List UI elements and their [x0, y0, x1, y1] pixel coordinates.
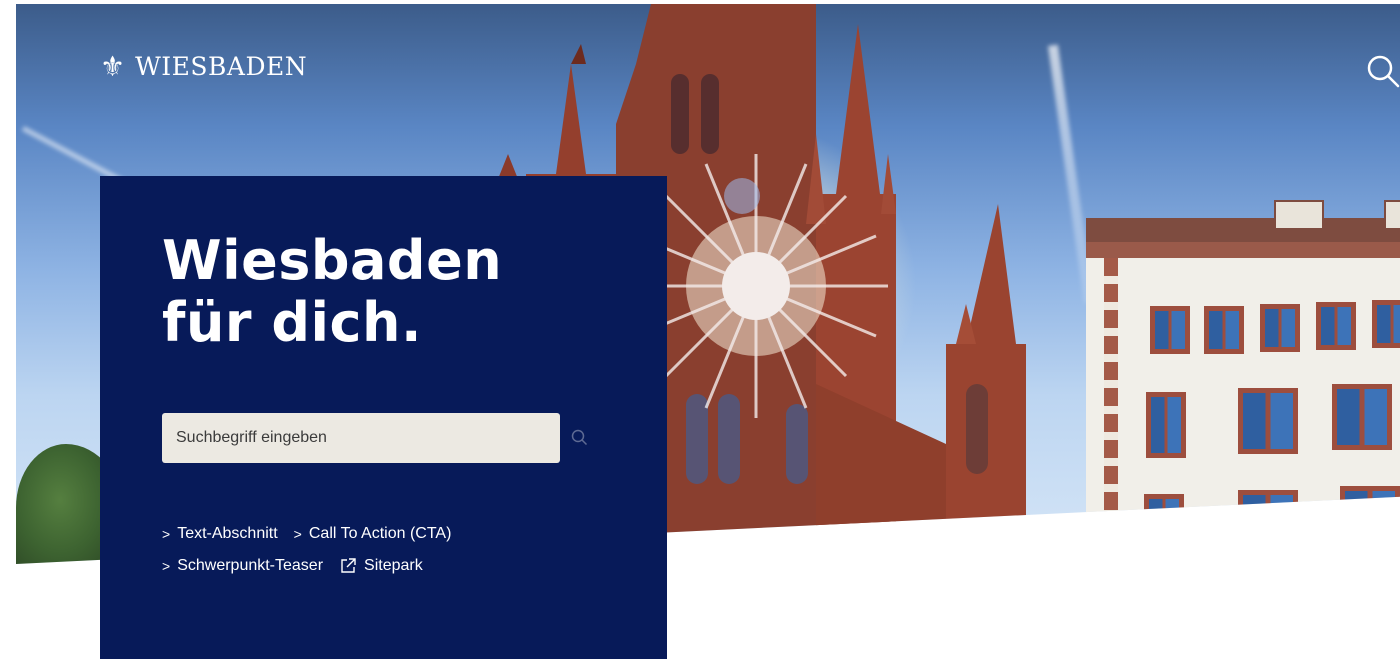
- search-input[interactable]: [162, 413, 560, 463]
- building-window: [1372, 300, 1400, 348]
- building-dormer: [1274, 200, 1324, 230]
- quick-links-row: > Schwerpunkt-Teaser Sitepark: [162, 550, 632, 582]
- link-schwerpunkt-teaser[interactable]: > Schwerpunkt-Teaser: [162, 557, 323, 575]
- building-window: [1144, 494, 1184, 542]
- search-icon[interactable]: [1364, 52, 1400, 88]
- external-link-icon: [341, 558, 356, 573]
- chevron-right-icon: >: [162, 558, 171, 574]
- building-window: [1260, 304, 1300, 352]
- quick-links-row: > Text-Abschnitt > Call To Action (CTA): [162, 518, 632, 550]
- building-corner-stones: [1104, 258, 1118, 558]
- link-label: Schwerpunkt-Teaser: [177, 557, 324, 574]
- building-window: [1316, 302, 1356, 350]
- hero-headline: Wiesbaden für dich.: [162, 230, 502, 354]
- link-label: Call To Action (CTA): [308, 525, 452, 542]
- hero-headline-line: Wiesbaden: [162, 229, 503, 292]
- hero-headline-line: für dich.: [162, 291, 422, 354]
- building-window: [1238, 388, 1298, 454]
- building-window: [1238, 490, 1298, 538]
- building-window: [1146, 392, 1186, 458]
- link-sitepark[interactable]: Sitepark: [339, 557, 423, 575]
- link-text-abschnitt[interactable]: > Text-Abschnitt: [162, 525, 278, 543]
- fleur-de-lis-icon: ⚜: [100, 49, 126, 83]
- town-hall-building: [1086, 200, 1400, 558]
- building-dormer: [1384, 200, 1400, 230]
- brand-name: WIESBADEN: [135, 52, 308, 81]
- chevron-right-icon: >: [293, 526, 302, 542]
- search-submit-icon[interactable]: [570, 428, 588, 446]
- building-window: [1340, 486, 1400, 534]
- building-window: [1332, 384, 1392, 450]
- hero-panel: Wiesbaden für dich. > Text-Abschnitt > C…: [100, 176, 667, 659]
- page: ⚜ WIESBADEN Wiesbaden für dich. > Text-A…: [0, 0, 1400, 659]
- site-logo[interactable]: ⚜ WIESBADEN: [100, 52, 307, 81]
- hero-quick-links: > Text-Abschnitt > Call To Action (CTA) …: [162, 518, 632, 582]
- building-window: [1204, 306, 1244, 354]
- chevron-right-icon: >: [162, 526, 171, 542]
- building-roof: [1086, 218, 1400, 242]
- link-label: Text-Abschnitt: [177, 525, 278, 542]
- link-label: Sitepark: [364, 557, 423, 574]
- link-call-to-action[interactable]: > Call To Action (CTA): [294, 525, 452, 543]
- building-window: [1150, 306, 1190, 354]
